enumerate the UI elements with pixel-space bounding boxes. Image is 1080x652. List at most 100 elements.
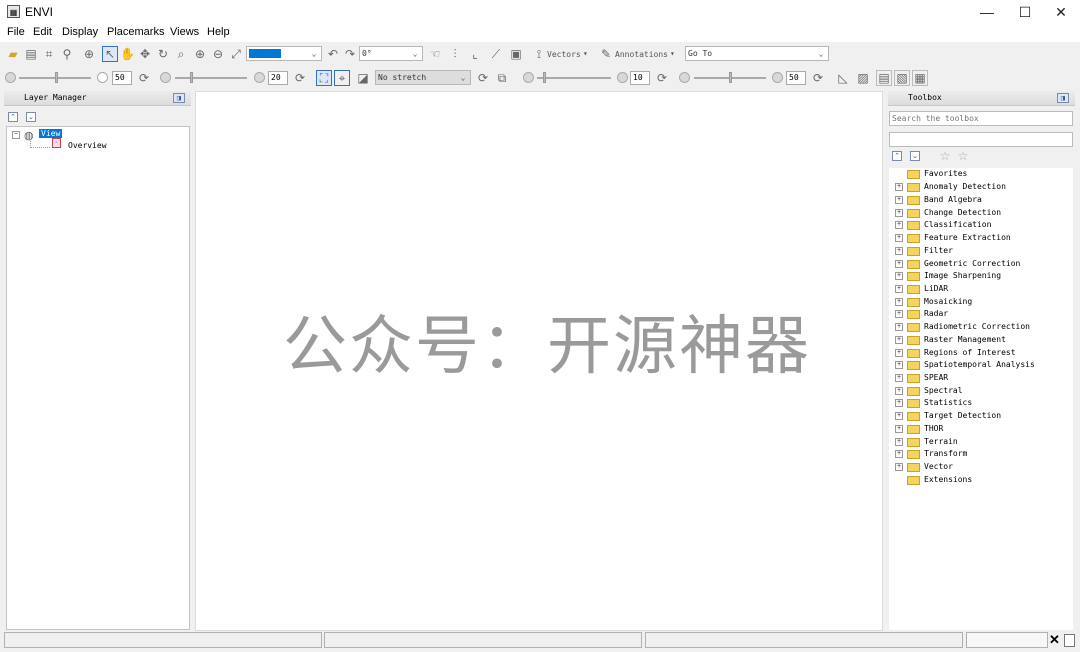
brightness-value[interactable]: 50 [112, 71, 132, 85]
menu-display[interactable]: Display [62, 26, 98, 38]
toolbox-item-spatiotemporal-analysis[interactable]: + Spatiotemporal Analysis [889, 359, 1073, 372]
menu-edit[interactable]: Edit [33, 26, 52, 38]
tree-node-overview[interactable]: Overview [68, 141, 107, 150]
contrast-slider-handle[interactable] [190, 72, 193, 83]
rotate-left-icon[interactable]: ↶ [326, 47, 340, 61]
pan-hand-icon[interactable]: ✋ [120, 47, 135, 61]
expand-toggle-icon[interactable]: + [895, 387, 903, 395]
sharpen-slider-track[interactable] [537, 77, 611, 79]
expand-toggle-icon[interactable]: + [895, 260, 903, 268]
menu-file[interactable]: File [7, 26, 25, 38]
expand-all-icon[interactable]: ⌄ [910, 151, 920, 161]
flicker-icon[interactable]: ☜ [428, 47, 442, 61]
fly-icon[interactable]: ✥ [138, 47, 152, 61]
toolbox-item-target-detection[interactable]: + Target Detection [889, 410, 1073, 423]
menu-help[interactable]: Help [207, 26, 230, 38]
transparency-slider-handle[interactable] [729, 72, 732, 83]
zoom-in-icon[interactable]: ⊕ [193, 47, 207, 61]
toolbox-item-statistics[interactable]: + Statistics [889, 397, 1073, 410]
sharpen-value[interactable]: 10 [630, 71, 650, 85]
expand-all-icon[interactable]: ⌄ [26, 112, 36, 122]
rotate-right-icon[interactable]: ↷ [343, 47, 357, 61]
expand-toggle-icon[interactable]: + [895, 361, 903, 369]
chart-icon[interactable]: ◺ [836, 71, 850, 85]
toolbox-item-vector[interactable]: + Vector [889, 461, 1073, 474]
data-manager-icon[interactable]: ▤ [24, 47, 38, 61]
reset-icon[interactable]: ⟳ [476, 71, 490, 85]
reset-icon[interactable]: ⟳ [293, 71, 307, 85]
screenshot-icon[interactable]: ▣ [509, 47, 523, 61]
open-folder-icon[interactable]: ▰ [6, 47, 20, 61]
expand-toggle-icon[interactable]: + [895, 463, 903, 471]
stretch-bounds-icon[interactable]: ⛶ [316, 70, 332, 86]
vectors-dropdown[interactable]: Vectors [547, 50, 581, 59]
layout-grid-icon[interactable]: ▦ [912, 70, 928, 86]
expand-toggle-icon[interactable]: + [895, 336, 903, 344]
toolbox-item-anomaly-detection[interactable]: + Anomaly Detection [889, 181, 1073, 194]
remove-favorite-star-icon[interactable]: ☆ [956, 149, 970, 163]
reset-icon[interactable]: ⟳ [655, 71, 669, 85]
pin-panel-icon[interactable]: ◨ [173, 93, 185, 103]
expand-toggle-icon[interactable]: + [895, 450, 903, 458]
expand-toggle-icon[interactable]: + [895, 310, 903, 318]
expand-toggle-icon[interactable]: + [895, 272, 903, 280]
measure-icon[interactable]: ⟋ [489, 47, 503, 61]
toolbox-item-radar[interactable]: + Radar [889, 308, 1073, 321]
annotations-dropdown[interactable]: Annotations [615, 50, 668, 59]
zoom-fit-icon[interactable]: ⤢ [229, 47, 243, 61]
toolbox-item-lidar[interactable]: + LiDAR [889, 283, 1073, 296]
collapse-all-icon[interactable]: ⌃ [892, 151, 902, 161]
toolbox-item-radiometric-correction[interactable]: + Radiometric Correction [889, 321, 1073, 334]
collapse-all-icon[interactable]: ⌃ [8, 112, 18, 122]
toolbox-item-image-sharpening[interactable]: + Image Sharpening [889, 270, 1073, 283]
toolbox-search-input[interactable] [889, 111, 1073, 126]
transparency-value[interactable]: 50 [786, 71, 806, 85]
stretch-combo[interactable]: No stretch ⌄ [375, 70, 471, 85]
goto-input[interactable]: Go To [688, 49, 712, 58]
toolbox-item-feature-extraction[interactable]: + Feature Extraction [889, 232, 1073, 245]
toolbox-item-thor[interactable]: + THOR [889, 423, 1073, 436]
toolbox-item-favorites[interactable]: Favorites [889, 168, 1073, 181]
pin-icon[interactable]: ⚲ [60, 47, 74, 61]
tree-node-view[interactable]: View [39, 129, 63, 138]
crosshair-icon[interactable]: ⊕ [82, 47, 96, 61]
rotate-icon[interactable]: ↻ [156, 47, 170, 61]
reset-icon[interactable]: ⟳ [811, 71, 825, 85]
expand-toggle-icon[interactable]: + [895, 399, 903, 407]
expand-toggle-icon[interactable]: + [895, 323, 903, 331]
toolbox-item-band-algebra[interactable]: + Band Algebra [889, 194, 1073, 207]
menu-placemarks[interactable]: Placemarks [107, 26, 164, 38]
zoom-out-icon[interactable]: ⊖ [211, 47, 225, 61]
menu-views[interactable]: Views [170, 26, 199, 38]
expand-toggle-icon[interactable]: + [895, 349, 903, 357]
expand-toggle-icon[interactable]: + [895, 221, 903, 229]
crosshair-stretch-icon[interactable]: ⌖ [334, 70, 350, 86]
goto-combo[interactable]: Go To ⌄ [685, 46, 829, 61]
expand-toggle-icon[interactable]: + [895, 234, 903, 242]
portal-icon[interactable]: ⌞ [468, 47, 482, 61]
histogram-icon[interactable]: ◪ [356, 71, 370, 85]
zoom-icon[interactable]: ⌕ [174, 47, 188, 61]
toolbox-item-filter[interactable]: + Filter [889, 245, 1073, 258]
cancel-process-icon[interactable]: ✕ [1049, 633, 1060, 647]
select-arrow-icon[interactable]: ↖ [102, 46, 118, 62]
expand-toggle-icon[interactable]: + [895, 374, 903, 382]
toolbox-item-transform[interactable]: + Transform [889, 448, 1073, 461]
resize-grip-icon[interactable] [1064, 634, 1075, 647]
stretch-settings-icon[interactable]: ⧉ [495, 71, 509, 85]
contrast-slider-track[interactable] [175, 77, 247, 79]
expand-toggle-icon[interactable]: + [895, 209, 903, 217]
image-view-icon[interactable]: ▨ [856, 71, 870, 85]
zoom-combo[interactable]: ⌄ [246, 46, 322, 61]
annotations-icon[interactable]: ✎ [599, 47, 613, 61]
expand-toggle-icon[interactable]: + [895, 183, 903, 191]
toolbox-item-extensions[interactable]: Extensions [889, 474, 1073, 487]
crop-icon[interactable]: ⌗ [42, 47, 56, 61]
reset-icon[interactable]: ⟳ [137, 71, 151, 85]
contrast-value[interactable]: 20 [268, 71, 288, 85]
expand-toggle-icon[interactable]: + [895, 196, 903, 204]
expand-toggle-icon[interactable]: + [895, 298, 903, 306]
expand-toggle-icon[interactable]: + [895, 412, 903, 420]
swipe-icon[interactable]: ⫶ [448, 47, 462, 61]
brightness-slider-handle[interactable] [55, 72, 58, 83]
